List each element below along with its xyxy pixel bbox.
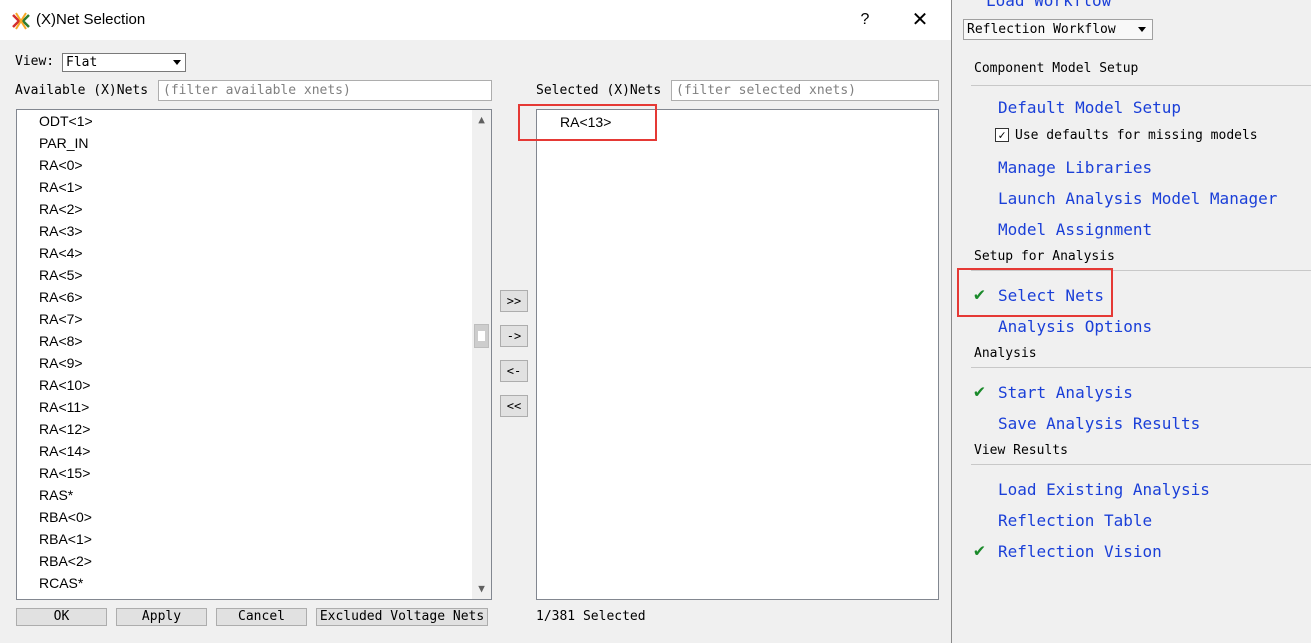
view-dropdown[interactable]: Flat — [62, 53, 186, 72]
use-defaults-checkbox[interactable]: ✓ — [995, 128, 1009, 142]
list-item[interactable]: RA<6> — [17, 286, 472, 308]
scroll-up-icon[interactable]: ▲ — [472, 110, 491, 130]
workflow-dropdown-value: Reflection Workflow — [967, 22, 1116, 37]
highlight-box — [518, 104, 657, 141]
section-component-model-setup: Component Model Setup — [974, 61, 1139, 76]
help-button[interactable]: ? — [853, 8, 877, 32]
scrollbar-thumb[interactable] — [474, 324, 489, 348]
list-item[interactable]: RA<12> — [17, 418, 472, 440]
list-item[interactable]: RA<5> — [17, 264, 472, 286]
start-analysis-link[interactable]: Start Analysis — [998, 383, 1133, 402]
list-item[interactable]: RA<4> — [17, 242, 472, 264]
list-item[interactable]: RA<11> — [17, 396, 472, 418]
default-model-setup-link[interactable]: Default Model Setup — [998, 98, 1181, 117]
selected-count: 1/381 Selected — [536, 609, 646, 624]
list-item[interactable]: RA<7> — [17, 308, 472, 330]
list-item[interactable]: RA<14> — [17, 440, 472, 462]
list-item[interactable]: RA<9> — [17, 352, 472, 374]
load-workflow-link[interactable]: Load Workflow — [986, 0, 1111, 10]
list-item[interactable]: RBA<1> — [17, 528, 472, 550]
list-item[interactable]: RA<1> — [17, 176, 472, 198]
add-button[interactable]: -> — [500, 325, 528, 347]
ok-button[interactable]: OK — [16, 608, 107, 626]
load-existing-analysis-link[interactable]: Load Existing Analysis — [998, 480, 1210, 499]
list-item[interactable]: RA<10> — [17, 374, 472, 396]
reflection-vision-link[interactable]: Reflection Vision — [998, 542, 1162, 561]
selected-filter-input[interactable] — [671, 80, 939, 101]
remove-all-button[interactable]: << — [500, 395, 528, 417]
workflow-panel: Load Workflow Reflection Workflow Compon… — [952, 0, 1311, 643]
scrollbar-thumb-grip — [478, 331, 485, 341]
section-analysis: Analysis — [974, 346, 1037, 361]
list-item[interactable]: RA<0> — [17, 154, 472, 176]
chevron-down-icon — [173, 60, 181, 65]
launch-model-manager-link[interactable]: Launch Analysis Model Manager — [998, 189, 1277, 208]
divider — [971, 85, 1311, 86]
divider — [971, 367, 1311, 368]
list-item[interactable]: ODT<1> — [17, 110, 472, 132]
list-item[interactable]: RBA<2> — [17, 550, 472, 572]
close-button[interactable]: ✕ — [905, 6, 935, 34]
check-icon: ✔ — [974, 381, 985, 402]
view-label: View: — [15, 54, 55, 69]
use-defaults-label: Use defaults for missing models — [1015, 128, 1258, 143]
divider — [971, 464, 1311, 465]
list-item[interactable]: RA<8> — [17, 330, 472, 352]
title-bar: (X)Net Selection ? ✕ — [0, 0, 951, 40]
excluded-voltage-nets-button[interactable]: Excluded Voltage Nets — [316, 608, 488, 626]
list-item[interactable]: RBA<0> — [17, 506, 472, 528]
list-item[interactable]: PAR_IN — [17, 132, 472, 154]
selected-xnets-label: Selected (X)Nets — [536, 83, 662, 98]
list-item[interactable]: RA<3> — [17, 220, 472, 242]
available-xnets-list[interactable]: ODT<1> PAR_IN RA<0> RA<1> RA<2> RA<3> RA… — [16, 109, 492, 600]
available-items-container: ODT<1> PAR_IN RA<0> RA<1> RA<2> RA<3> RA… — [17, 110, 472, 594]
list-item[interactable]: RA<15> — [17, 462, 472, 484]
available-xnets-label: Available (X)Nets — [15, 83, 149, 98]
check-icon: ✔ — [974, 540, 985, 561]
list-item[interactable]: RA<2> — [17, 198, 472, 220]
selected-xnets-list[interactable]: RA<13> — [536, 109, 939, 600]
reflection-table-link[interactable]: Reflection Table — [998, 511, 1152, 530]
apply-button[interactable]: Apply — [116, 608, 207, 626]
section-setup-for-analysis: Setup for Analysis — [974, 249, 1115, 264]
list-item[interactable]: RAS* — [17, 484, 472, 506]
model-assignment-link[interactable]: Model Assignment — [998, 220, 1152, 239]
save-results-link[interactable]: Save Analysis Results — [998, 414, 1200, 433]
list-item[interactable]: RCAS* — [17, 572, 472, 594]
workflow-dropdown[interactable]: Reflection Workflow — [963, 19, 1153, 40]
cancel-button[interactable]: Cancel — [216, 608, 307, 626]
vertical-scrollbar[interactable]: ▲ ▼ — [472, 110, 491, 599]
view-dropdown-value: Flat — [66, 55, 98, 70]
scroll-down-icon[interactable]: ▼ — [472, 579, 491, 599]
xnet-selection-dialog: (X)Net Selection ? ✕ View: Flat Availabl… — [0, 0, 952, 643]
dialog-title: (X)Net Selection — [36, 11, 146, 28]
manage-libraries-link[interactable]: Manage Libraries — [998, 158, 1152, 177]
analysis-options-link[interactable]: Analysis Options — [998, 317, 1152, 336]
app-icon — [12, 12, 30, 30]
add-all-button[interactable]: >> — [500, 290, 528, 312]
chevron-down-icon — [1138, 27, 1146, 32]
available-filter-input[interactable] — [158, 80, 492, 101]
section-view-results: View Results — [974, 443, 1068, 458]
highlight-box — [957, 268, 1113, 317]
remove-button[interactable]: <- — [500, 360, 528, 382]
